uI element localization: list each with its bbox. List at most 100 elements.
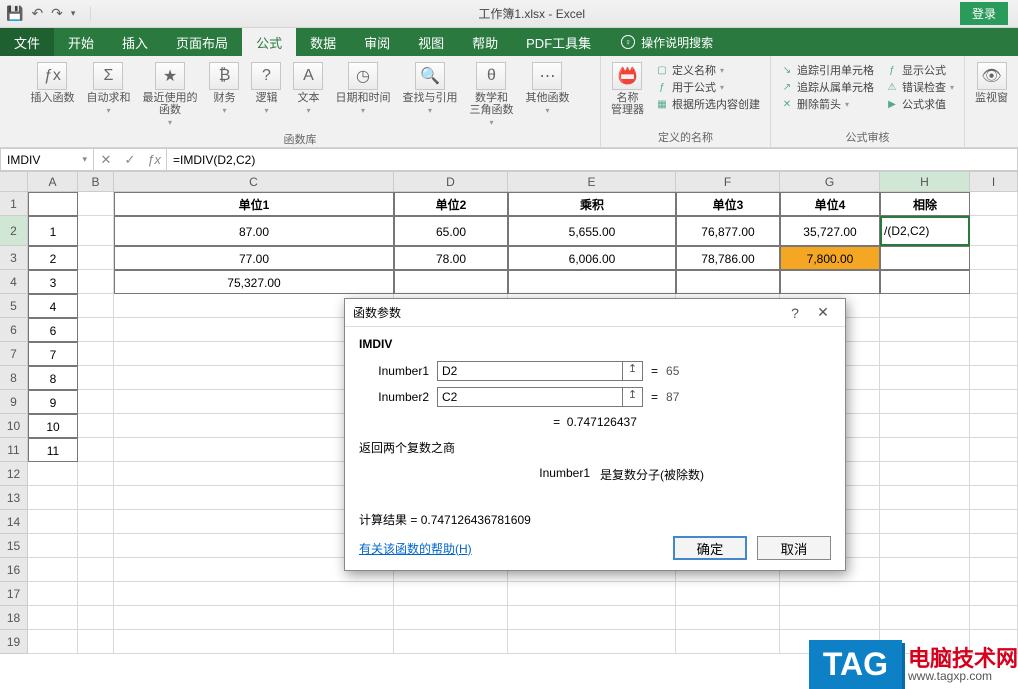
cell[interactable] <box>676 606 780 630</box>
row-header[interactable]: 13 <box>0 486 28 510</box>
cell[interactable]: 35,727.00 <box>780 216 880 246</box>
row-header[interactable]: 10 <box>0 414 28 438</box>
cell[interactable] <box>28 606 78 630</box>
cell[interactable] <box>780 606 880 630</box>
cell[interactable] <box>880 462 970 486</box>
cancel-icon[interactable]: ✕ <box>94 152 118 168</box>
trace-precedents-item[interactable]: ↘追踪引用单元格 <box>781 62 874 78</box>
cell[interactable] <box>880 390 970 414</box>
row-header[interactable]: 12 <box>0 462 28 486</box>
tab-insert[interactable]: 插入 <box>108 28 162 56</box>
financial-button[interactable]: ₿财务▾ <box>205 60 243 117</box>
tell-me[interactable]: ♀ 操作说明搜索 <box>621 28 713 56</box>
cell[interactable] <box>78 414 114 438</box>
cell[interactable] <box>78 390 114 414</box>
redo-icon[interactable]: ↷ <box>51 5 63 22</box>
cell[interactable]: 单位2 <box>394 192 508 216</box>
col-header[interactable]: F <box>676 172 780 191</box>
cell[interactable] <box>970 510 1018 534</box>
cell[interactable] <box>394 606 508 630</box>
cell[interactable] <box>970 534 1018 558</box>
cell[interactable] <box>78 246 114 270</box>
cell[interactable] <box>78 438 114 462</box>
cell[interactable]: 78.00 <box>394 246 508 270</box>
row-header[interactable]: 15 <box>0 534 28 558</box>
cell[interactable] <box>114 630 394 654</box>
name-box[interactable]: IMDIV▾ <box>0 148 94 171</box>
use-in-formula-item[interactable]: ƒ用于公式▾ <box>656 79 760 95</box>
cell[interactable] <box>508 270 676 294</box>
cell[interactable] <box>880 294 970 318</box>
fx-button-icon[interactable]: ƒx <box>142 152 166 167</box>
cell[interactable] <box>880 318 970 342</box>
cell[interactable] <box>880 534 970 558</box>
cell[interactable] <box>970 606 1018 630</box>
datetime-button[interactable]: ◷日期和时间▾ <box>331 60 394 117</box>
cell[interactable] <box>78 462 114 486</box>
row-header[interactable]: 14 <box>0 510 28 534</box>
arg1-input[interactable] <box>437 361 623 381</box>
cell[interactable] <box>78 606 114 630</box>
logical-button[interactable]: ?逻辑▾ <box>247 60 285 117</box>
cell[interactable] <box>78 510 114 534</box>
cell[interactable] <box>78 294 114 318</box>
col-header[interactable]: G <box>780 172 880 191</box>
cell[interactable] <box>676 270 780 294</box>
cell[interactable]: 单位3 <box>676 192 780 216</box>
cell[interactable] <box>880 414 970 438</box>
cell[interactable] <box>970 462 1018 486</box>
cell[interactable]: 8 <box>28 366 78 390</box>
cell[interactable] <box>880 438 970 462</box>
row-header[interactable]: 6 <box>0 318 28 342</box>
row-header[interactable]: 16 <box>0 558 28 582</box>
row-header[interactable]: 7 <box>0 342 28 366</box>
cell[interactable]: 乘积 <box>508 192 676 216</box>
cell[interactable]: 7 <box>28 342 78 366</box>
insert-function-button[interactable]: ƒx插入函数 <box>26 60 78 106</box>
cell[interactable] <box>114 606 394 630</box>
cell[interactable] <box>394 270 508 294</box>
cell[interactable]: 6 <box>28 318 78 342</box>
ok-button[interactable]: 确定 <box>673 536 747 560</box>
cell[interactable] <box>78 216 114 246</box>
cell[interactable] <box>394 630 508 654</box>
cell[interactable] <box>880 486 970 510</box>
cell[interactable] <box>78 630 114 654</box>
tab-layout[interactable]: 页面布局 <box>162 28 242 56</box>
col-header[interactable]: B <box>78 172 114 191</box>
tab-review[interactable]: 审阅 <box>350 28 404 56</box>
tab-formulas[interactable]: 公式 <box>242 28 296 56</box>
close-icon[interactable]: ✕ <box>809 304 837 321</box>
create-from-selection-item[interactable]: ▦根据所选内容创建 <box>656 96 760 112</box>
row-header[interactable]: 17 <box>0 582 28 606</box>
trace-dependents-item[interactable]: ↗追踪从属单元格 <box>781 79 874 95</box>
cell[interactable] <box>78 534 114 558</box>
cell[interactable] <box>508 582 676 606</box>
row-header[interactable]: 2 <box>0 216 28 246</box>
cell[interactable] <box>880 606 970 630</box>
col-header[interactable]: I <box>970 172 1018 191</box>
row-header[interactable]: 5 <box>0 294 28 318</box>
cell[interactable] <box>970 366 1018 390</box>
row-header[interactable]: 19 <box>0 630 28 654</box>
cell[interactable] <box>970 558 1018 582</box>
active-cell[interactable]: /(D2,C2) <box>880 216 970 246</box>
row-header[interactable]: 8 <box>0 366 28 390</box>
tab-help[interactable]: 帮助 <box>458 28 512 56</box>
cell[interactable] <box>970 192 1018 216</box>
text-button[interactable]: A文本▾ <box>289 60 327 117</box>
cell[interactable] <box>78 192 114 216</box>
cell[interactable] <box>78 558 114 582</box>
row-header[interactable]: 9 <box>0 390 28 414</box>
tab-file[interactable]: 文件 <box>0 28 54 56</box>
cell[interactable]: 单位1 <box>114 192 394 216</box>
cell[interactable] <box>28 534 78 558</box>
cell[interactable] <box>78 486 114 510</box>
help-icon[interactable]: ? <box>781 305 809 321</box>
cell[interactable]: 87.00 <box>114 216 394 246</box>
arg2-input[interactable] <box>437 387 623 407</box>
cell[interactable]: 9 <box>28 390 78 414</box>
cell[interactable] <box>28 630 78 654</box>
cell[interactable] <box>970 486 1018 510</box>
cancel-button[interactable]: 取消 <box>757 536 831 560</box>
